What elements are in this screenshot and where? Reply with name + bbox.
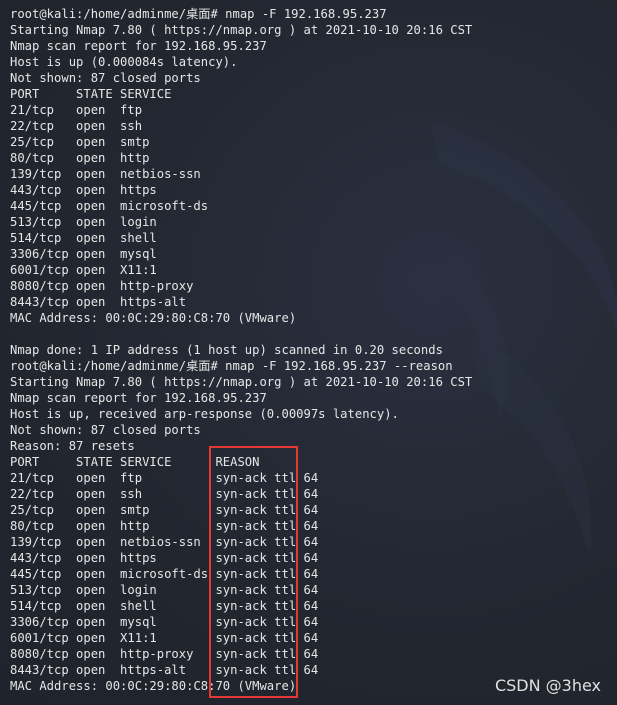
terminal-line: 445/tcp open microsoft-ds (10, 199, 209, 213)
terminal-line: 3306/tcp open mysql (10, 247, 157, 261)
terminal-line: PORT STATE SERVICE (10, 87, 172, 101)
terminal-line: Nmap scan report for 192.168.95.237 (10, 39, 267, 53)
terminal-line: 22/tcp open ssh (10, 119, 143, 133)
terminal-line: Host is up, received arp-response (0.000… (10, 407, 399, 421)
terminal-line: Not shown: 87 closed ports (10, 423, 201, 437)
terminal-line: 8080/tcp open http-proxy (10, 279, 194, 293)
terminal-line: 80/tcp open http (10, 151, 150, 165)
terminal-line: Starting Nmap 7.80 ( https://nmap.org ) … (10, 23, 473, 37)
csdn-watermark: CSDN @3hex (494, 676, 601, 695)
reason-column-highlight-box (209, 446, 298, 698)
terminal-line: 6001/tcp open X11:1 (10, 263, 157, 277)
terminal-line: Nmap scan report for 192.168.95.237 (10, 391, 267, 405)
terminal-window[interactable]: root@kali:/home/adminme/桌面# nmap -F 192.… (0, 0, 617, 705)
terminal-line: root@kali:/home/adminme/桌面# nmap -F 192.… (10, 359, 453, 373)
terminal-line: 443/tcp open https (10, 183, 157, 197)
terminal-line: 25/tcp open smtp (10, 135, 150, 149)
terminal-line: 139/tcp open netbios-ssn (10, 167, 201, 181)
terminal-line: MAC Address: 00:0C:29:80:C8:70 (VMware) (10, 311, 297, 325)
terminal-line: Not shown: 87 closed ports (10, 71, 201, 85)
terminal-line: Nmap done: 1 IP address (1 host up) scan… (10, 343, 443, 357)
terminal-line: Starting Nmap 7.80 ( https://nmap.org ) … (10, 375, 473, 389)
terminal-line: 513/tcp open login (10, 215, 157, 229)
terminal-line: root@kali:/home/adminme/桌面# nmap -F 192.… (10, 7, 387, 21)
terminal-line: 514/tcp open shell (10, 231, 157, 245)
terminal-line: 8443/tcp open https-alt (10, 295, 187, 309)
terminal-line: 21/tcp open ftp (10, 103, 143, 117)
terminal-line: Host is up (0.000084s latency). (10, 55, 238, 69)
